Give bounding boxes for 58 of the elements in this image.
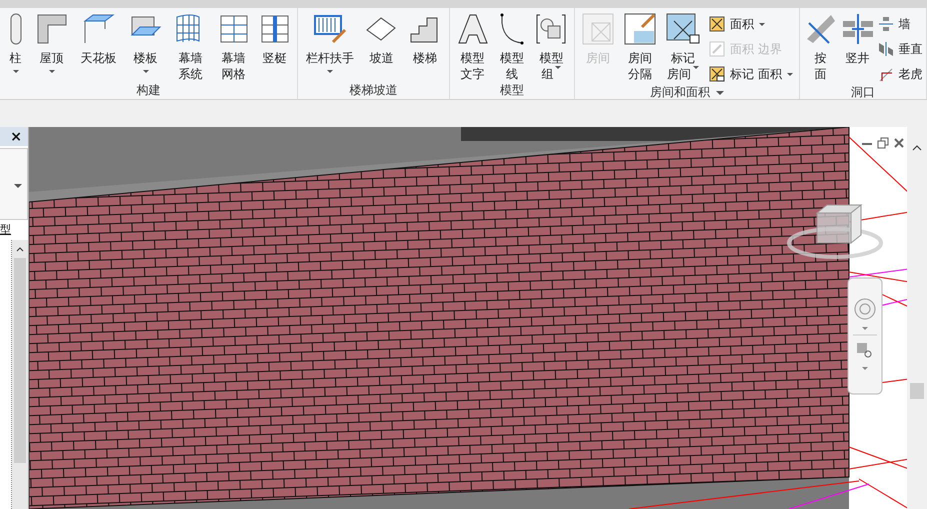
ribbon-small-button[interactable]: 墙	[878, 14, 922, 34]
ribbon-small-button[interactable]: 垂直	[878, 39, 922, 59]
scrollbar-thumb[interactable]	[14, 258, 26, 463]
close-icon[interactable]	[893, 137, 905, 149]
area-boundary-icon	[709, 41, 726, 57]
ribbon-tool-button[interactable]: 竖井	[840, 12, 874, 82]
scroll-up-icon[interactable]	[16, 246, 24, 252]
ribbon-tool-button[interactable]: 标记 房间	[665, 12, 702, 82]
scrollbar-thumb[interactable]	[910, 383, 924, 399]
ribbon-tool-button[interactable]: 模型 文字	[456, 12, 490, 82]
wall-opening-icon	[878, 16, 894, 32]
ribbon-tool-button[interactable]: 按 面	[804, 12, 838, 82]
room-tag-icon	[666, 13, 700, 45]
vertical-opening-icon	[878, 41, 894, 57]
group-title: 模型	[500, 82, 524, 99]
caret-icon	[14, 184, 22, 188]
scroll-up-icon[interactable]	[912, 143, 922, 151]
ribbon-tool-button[interactable]: 房间 分隔	[623, 12, 658, 82]
room-separator-icon	[624, 13, 656, 45]
ribbon-small-button[interactable]: 面积	[709, 14, 793, 34]
ribbon-tool-button[interactable]: 天花板	[80, 12, 118, 82]
ribbon-tool-button[interactable]: 楼板	[128, 12, 162, 82]
group-title: 楼梯坡道	[350, 82, 398, 99]
ribbon-tool-button[interactable]: 幕墙 系统	[174, 12, 208, 82]
ceiling-icon	[82, 13, 114, 45]
room-icon	[582, 13, 614, 45]
roof-icon	[36, 13, 68, 45]
shaft-icon	[842, 13, 874, 45]
ribbon-tool-button[interactable]: 模型 线	[496, 12, 527, 82]
area-tag-icon	[709, 66, 726, 82]
type-label[interactable]: 型	[0, 222, 28, 240]
group-icon	[535, 13, 568, 45]
ramp-icon	[365, 16, 398, 42]
ribbon-tool-button[interactable]: 楼梯	[408, 12, 442, 82]
restore-icon[interactable]	[877, 137, 889, 149]
ribbon-tool-button[interactable]: 栏杆扶手	[304, 12, 355, 82]
caret-icon[interactable]	[716, 90, 724, 94]
ribbon-tool-button[interactable]: 幕墙 网格	[218, 12, 248, 82]
mullion-icon	[260, 15, 288, 43]
area-icon	[709, 16, 726, 32]
ribbon-tool-button[interactable]: 竖梃	[260, 12, 290, 82]
group-title: 构建	[136, 82, 160, 99]
ribbon-small-button[interactable]: 老虎	[878, 64, 922, 84]
ribbon-tool-button[interactable]: 模型 组	[534, 12, 568, 82]
railing-icon	[312, 14, 347, 44]
opening-by-face-icon	[804, 13, 836, 45]
ribbon-tool-button[interactable]: 柱	[8, 12, 24, 82]
ribbon-small-button[interactable]: 标记 面积	[709, 64, 793, 84]
group-title: 房间和面积	[650, 84, 710, 101]
dormer-icon	[878, 66, 894, 82]
navigation-bar-icon[interactable]	[847, 277, 883, 395]
ribbon-tool-button[interactable]: 坡道	[364, 12, 398, 82]
ribbon-tool-button[interactable]: 屋顶	[34, 12, 68, 82]
curve-line-icon	[498, 13, 526, 45]
group-title: 洞口	[851, 84, 875, 101]
letter-icon	[456, 13, 489, 45]
column-icon	[8, 13, 22, 45]
grid-icon	[220, 15, 248, 43]
